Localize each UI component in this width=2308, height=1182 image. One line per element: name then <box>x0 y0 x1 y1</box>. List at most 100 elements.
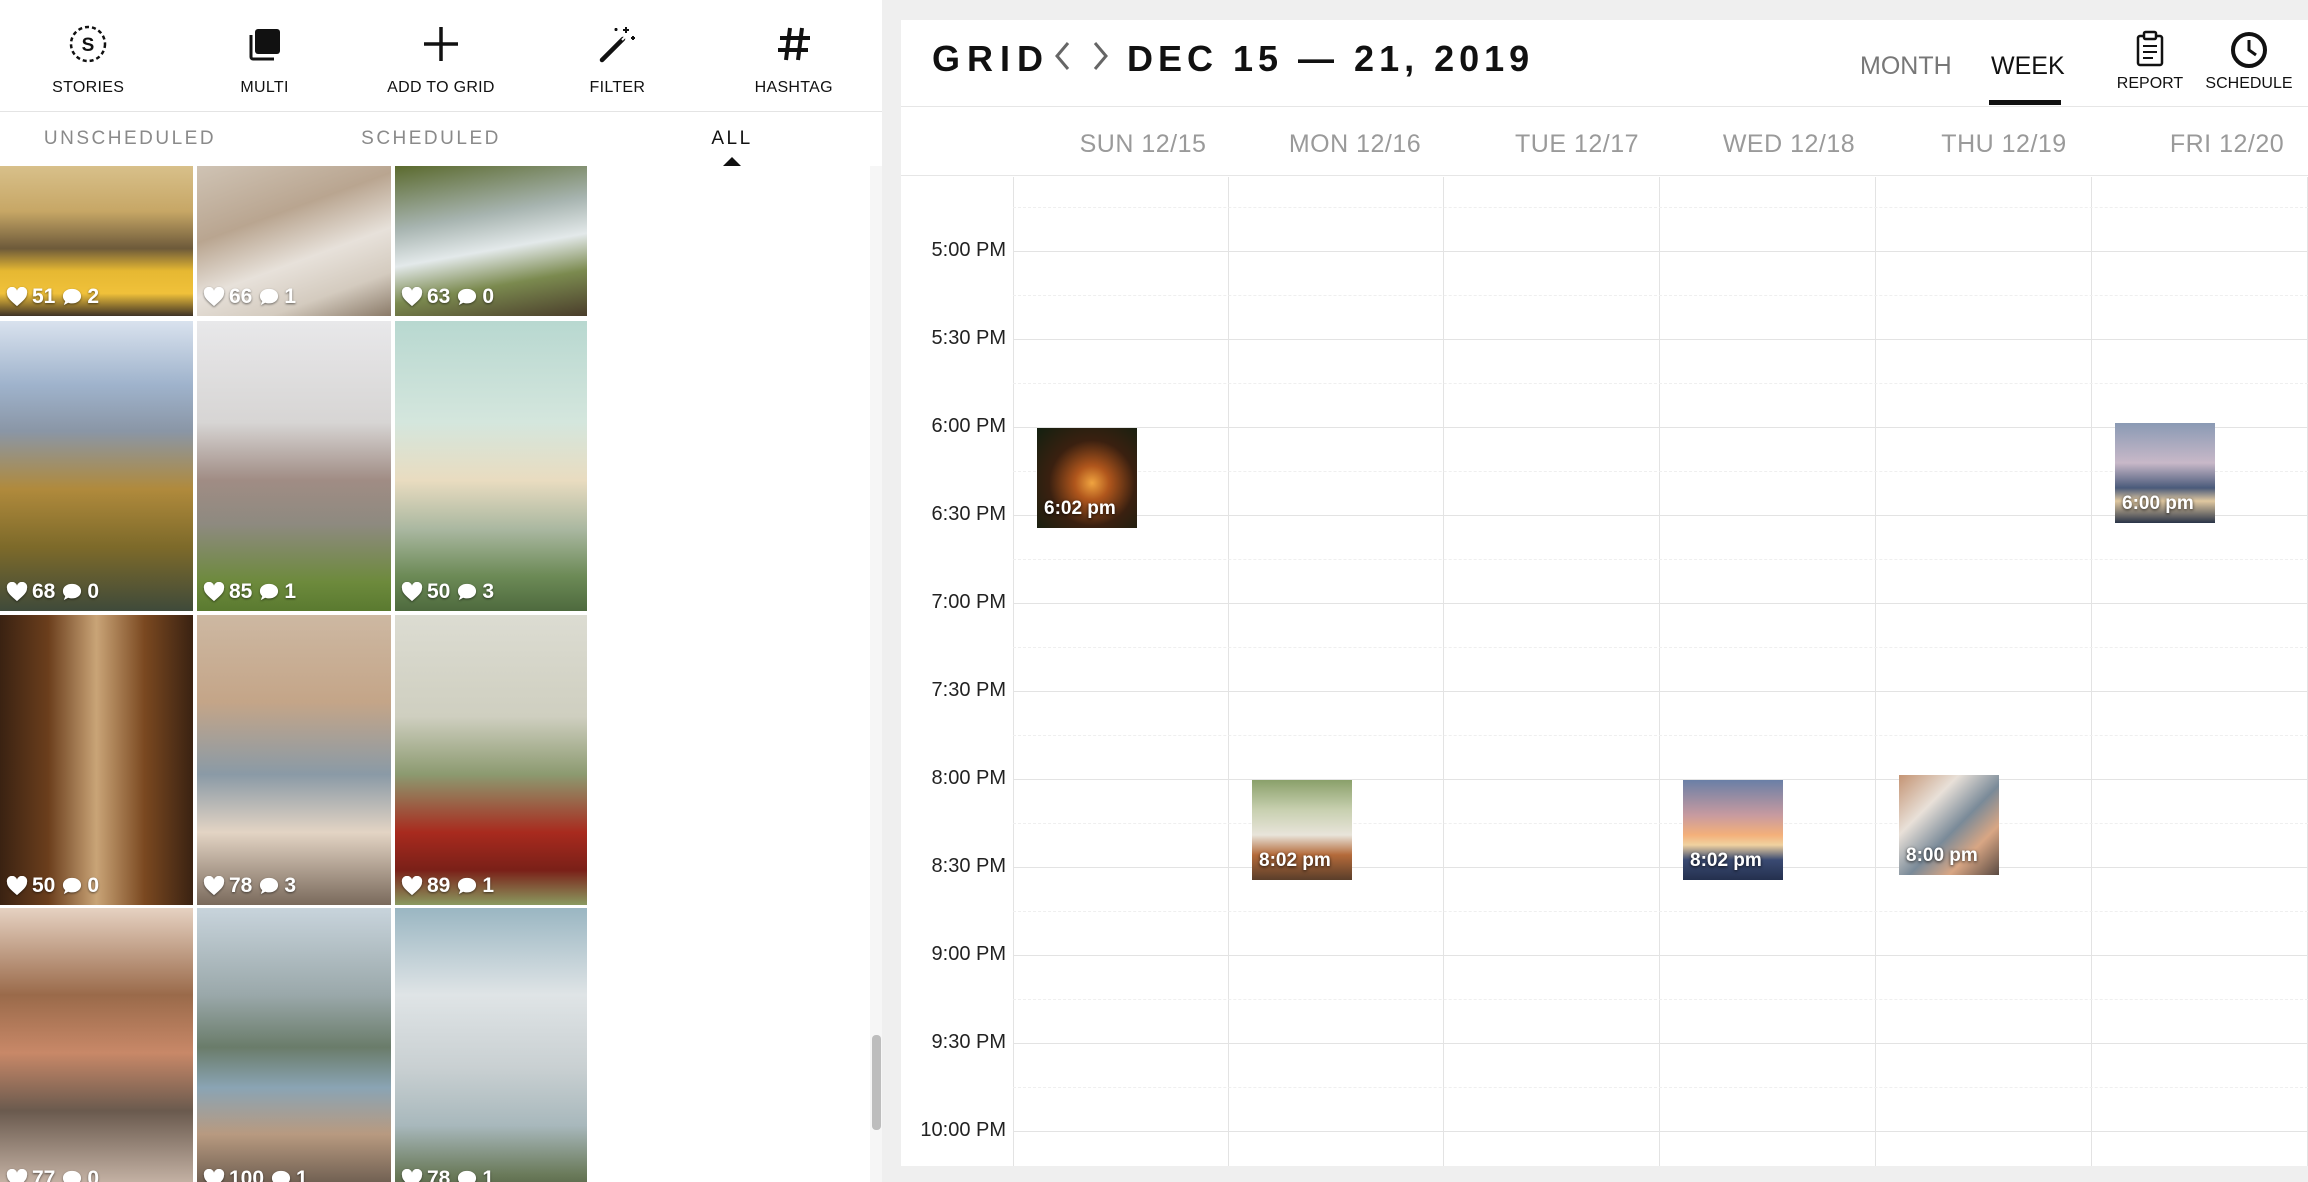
time-label: 7:30 PM <box>931 679 1006 701</box>
heart-icon <box>401 287 423 307</box>
grid-post[interactable]: 63 0 <box>395 166 587 316</box>
grid-post[interactable]: 100 1 <box>197 908 391 1182</box>
media-toolbar: S STORIES MULTI ADD TO GRID FILTER HASHT… <box>0 0 882 112</box>
comment-count: 0 <box>482 285 495 308</box>
comment-count: 3 <box>482 580 495 603</box>
comment-count: 3 <box>284 874 297 897</box>
grid-post[interactable]: 68 0 <box>0 321 193 611</box>
scheduled-post[interactable]: 6:00 pm <box>2115 423 2215 523</box>
scheduled-time: 8:02 pm <box>1259 850 1331 872</box>
day-column-divider <box>1013 177 1014 1166</box>
time-gridline <box>1013 295 2308 296</box>
filter-label: FILTER <box>589 79 646 96</box>
plus-icon <box>417 20 465 68</box>
calendar-header: GRID DEC 15 — 21, 2019 MONTH WEEK REPORT… <box>901 20 2308 107</box>
next-week-button[interactable] <box>1088 36 1114 76</box>
comment-icon <box>63 288 82 306</box>
tab-week[interactable]: WEEK <box>1991 52 2065 81</box>
week-time-grid: 5:00 PM 5:30 PM 6:00 PM 6:30 PM 7:00 PM 7:30 … <box>901 177 2308 1166</box>
report-button[interactable]: REPORT <box>2105 30 2195 102</box>
scheduled-post[interactable]: 8:02 pm <box>1252 780 1352 881</box>
grid-post[interactable]: 66 1 <box>197 166 391 316</box>
post-stats: 68 0 <box>6 580 105 604</box>
stories-button[interactable]: S STORIES <box>0 0 176 112</box>
post-stats: 50 0 <box>6 874 105 898</box>
tab-month[interactable]: MONTH <box>1860 52 1952 81</box>
time-gridline <box>1013 999 2308 1000</box>
grid-post[interactable]: 89 1 <box>395 615 587 905</box>
hashtag-icon <box>770 20 818 68</box>
day-header: SUN 12/15 <box>1079 130 1207 158</box>
comment-icon <box>260 583 279 601</box>
post-stats: 77 0 <box>6 1167 105 1182</box>
hashtag-button[interactable]: HASHTAG <box>706 0 882 112</box>
multi-button[interactable]: MULTI <box>176 0 352 112</box>
grid-post[interactable]: 85 1 <box>197 321 391 611</box>
post-stats: 63 0 <box>401 285 500 309</box>
like-count: 85 <box>229 580 253 603</box>
like-count: 89 <box>427 874 451 897</box>
add-to-grid-button[interactable]: ADD TO GRID <box>353 0 529 112</box>
heart-icon <box>203 1169 225 1182</box>
heart-icon <box>401 1169 423 1182</box>
report-label: REPORT <box>2116 75 2184 92</box>
scheduled-post[interactable]: 6:02 pm <box>1037 428 1137 529</box>
day-header: FRI 12/20 <box>2169 130 2285 158</box>
heart-icon <box>6 287 28 307</box>
grid-post[interactable]: 50 3 <box>395 321 587 611</box>
grid-post[interactable]: 50 0 <box>0 615 193 905</box>
comment-icon <box>63 1170 82 1182</box>
grid-post[interactable]: 78 3 <box>197 615 391 905</box>
comment-icon <box>260 288 279 306</box>
grid-post[interactable]: 77 0 <box>0 908 193 1182</box>
brand-logo: GRID <box>932 38 1050 79</box>
time-gridline <box>1013 735 2308 736</box>
grid-post[interactable]: 51 2 <box>0 166 193 316</box>
post-stats: 85 1 <box>203 580 302 604</box>
tab-scheduled[interactable]: SCHEDULED <box>260 112 602 166</box>
day-header: TUE 12/17 <box>1514 130 1640 158</box>
tab-unscheduled[interactable]: UNSCHEDULED <box>0 112 260 166</box>
time-gridline <box>1013 1087 2308 1088</box>
time-gridline <box>1013 823 2308 824</box>
previous-week-button[interactable] <box>1049 36 1075 76</box>
schedule-button[interactable]: SCHEDULE <box>2204 30 2294 102</box>
time-gridline <box>1013 251 2308 252</box>
heart-icon <box>6 1169 28 1182</box>
time-gridline <box>1013 383 2308 384</box>
day-header-row: SUN 12/15 MON 12/16 TUE 12/17 WED 12/18 THU … <box>901 108 2308 176</box>
day-header: THU 12/19 <box>1941 130 2067 158</box>
grid-scrollbar[interactable] <box>870 166 882 1182</box>
comment-icon <box>63 877 82 895</box>
like-count: 78 <box>427 1167 451 1182</box>
chevron-right-icon <box>1093 42 1108 70</box>
heart-icon <box>401 876 423 896</box>
tab-all[interactable]: ALL <box>602 112 862 166</box>
comment-icon <box>458 1170 477 1182</box>
svg-text:S: S <box>82 35 95 56</box>
day-column-divider <box>1443 177 1444 1166</box>
time-label: 10:00 PM <box>920 1119 1006 1141</box>
grid-scrollbar-thumb[interactable] <box>872 1035 881 1130</box>
clipboard-icon <box>2133 30 2167 73</box>
comment-count: 1 <box>284 580 297 603</box>
chevron-left-icon <box>1055 42 1070 70</box>
scheduled-post[interactable]: 8:02 pm <box>1683 780 1783 881</box>
comment-count: 1 <box>284 285 297 308</box>
comment-icon <box>458 288 477 306</box>
filter-button[interactable]: FILTER <box>529 0 705 112</box>
like-count: 66 <box>229 285 253 308</box>
time-label: 8:30 PM <box>931 855 1006 877</box>
like-count: 51 <box>32 285 56 308</box>
time-label: 6:00 PM <box>931 415 1006 437</box>
schedule-label: SCHEDULE <box>2205 75 2293 92</box>
comment-icon <box>63 583 82 601</box>
grid-post[interactable]: 78 1 <box>395 908 587 1182</box>
time-label: 5:30 PM <box>931 327 1006 349</box>
post-stats: 89 1 <box>401 874 500 898</box>
comment-count: 0 <box>87 580 100 603</box>
day-column-divider <box>1228 177 1229 1166</box>
heart-icon <box>6 582 28 602</box>
like-count: 63 <box>427 285 451 308</box>
scheduled-post[interactable]: 8:00 pm <box>1899 775 1999 875</box>
